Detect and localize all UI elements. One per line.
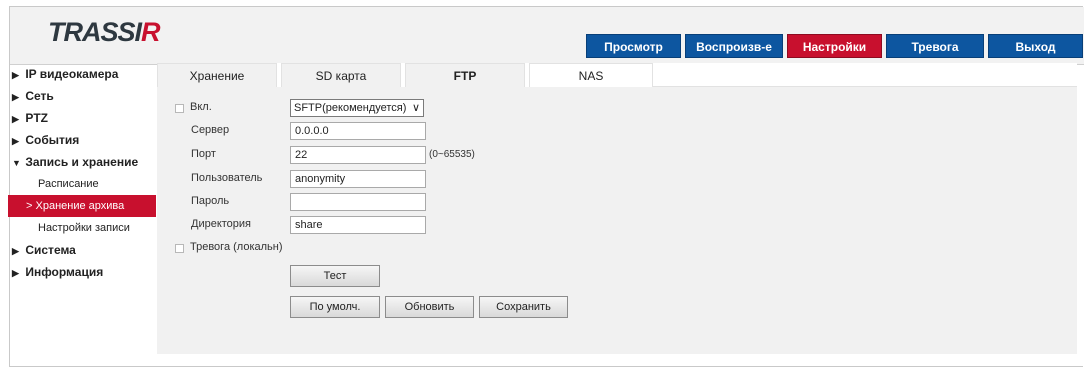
sidebar-item-label: Информация xyxy=(25,265,104,279)
nav-tab-settings[interactable]: Настройки xyxy=(787,34,882,58)
nav-tab-logout[interactable]: Выход xyxy=(988,34,1083,58)
sidebar-item-label: Система xyxy=(25,243,76,257)
sidebar-item-ip-camera[interactable]: ▶ IP видеокамера xyxy=(8,63,156,85)
sidebar-subitem-record-settings[interactable]: Настройки записи xyxy=(8,217,156,239)
server-input[interactable] xyxy=(290,122,426,140)
tab-ftp[interactable]: FTP xyxy=(405,63,525,87)
logo-accent: R xyxy=(141,17,160,47)
password-label: Пароль xyxy=(191,195,230,207)
expand-arrow-icon: ▶ xyxy=(12,92,19,102)
sidebar-item-system[interactable]: ▶ Система xyxy=(8,239,156,261)
nav-tab-view[interactable]: Просмотр xyxy=(586,34,681,58)
sidebar-item-recording-storage[interactable]: ▼ Запись и хранение xyxy=(8,151,156,173)
default-button[interactable]: По умолч. xyxy=(290,296,380,318)
protocol-select-value: SFTP(рекомендуется) xyxy=(294,102,407,114)
expand-arrow-icon: ▶ xyxy=(12,114,19,124)
test-button[interactable]: Тест xyxy=(290,265,380,287)
save-button[interactable]: Сохранить xyxy=(479,296,568,318)
nav-tab-alarm[interactable]: Тревога xyxy=(886,34,984,58)
header: TRASSIR Просмотр Воспроизв-е Настройки Т… xyxy=(10,7,1084,65)
sidebar-subitem-archive-storage[interactable]: > Хранение архива xyxy=(8,195,156,217)
port-label: Порт xyxy=(191,148,216,160)
protocol-select[interactable]: SFTP(рекомендуется) ∨ xyxy=(290,99,424,117)
nav-tab-playback[interactable]: Воспроизв-е xyxy=(685,34,783,58)
tab-storage[interactable]: Хранение xyxy=(157,63,277,87)
sidebar-item-label: Запись и хранение xyxy=(25,155,139,169)
collapse-arrow-icon: ▼ xyxy=(12,158,21,168)
local-alarm-checkbox[interactable] xyxy=(175,244,184,253)
expand-arrow-icon: ▶ xyxy=(12,136,19,146)
sidebar-item-label: PTZ xyxy=(25,111,49,125)
sidebar-item-network[interactable]: ▶ Сеть xyxy=(8,85,156,107)
directory-input[interactable] xyxy=(290,216,426,234)
tab-nas[interactable]: NAS xyxy=(529,63,653,87)
sidebar-item-label: IP видеокамера xyxy=(25,67,119,81)
sidebar-subitem-label: Хранение архива xyxy=(35,200,125,212)
sidebar-item-label: События xyxy=(25,133,80,147)
top-navigation: Просмотр Воспроизв-е Настройки Тревога В… xyxy=(586,34,1083,58)
password-input[interactable] xyxy=(290,193,426,211)
sidebar-item-events[interactable]: ▶ События xyxy=(8,129,156,151)
expand-arrow-icon: ▶ xyxy=(12,246,19,256)
sidebar-subitem-schedule[interactable]: Расписание xyxy=(8,173,156,195)
refresh-button[interactable]: Обновить xyxy=(385,296,474,318)
sidebar-item-ptz[interactable]: ▶ PTZ xyxy=(8,107,156,129)
tab-strip-divider xyxy=(653,63,1077,87)
directory-label: Директория xyxy=(191,218,252,230)
tab-sd-card[interactable]: SD карта xyxy=(281,63,401,87)
settings-panel: Хранение SD карта FTP NAS Вкл. SFTP(реко… xyxy=(157,63,1077,354)
trassir-logo: TRASSIR xyxy=(48,17,160,48)
server-label: Сервер xyxy=(191,124,230,136)
enable-checkbox[interactable] xyxy=(175,104,184,113)
user-label: Пользователь xyxy=(191,172,263,184)
sidebar-item-label: Сеть xyxy=(25,89,54,103)
sidebar: ▶ IP видеокамера ▶ Сеть ▶ PTZ ▶ События … xyxy=(8,63,156,283)
local-alarm-label: Тревога (локальн) xyxy=(190,241,283,253)
enable-label: Вкл. xyxy=(190,101,212,113)
chevron-down-icon: ∨ xyxy=(411,102,420,114)
logo-text: TRASSI xyxy=(48,17,142,47)
storage-tabs: Хранение SD карта FTP NAS xyxy=(157,63,1077,87)
port-range-hint: (0~65535) xyxy=(429,149,475,160)
active-chevron-icon: > xyxy=(26,200,33,212)
expand-arrow-icon: ▶ xyxy=(12,70,19,80)
user-input[interactable] xyxy=(290,170,426,188)
port-input[interactable] xyxy=(290,146,426,164)
expand-arrow-icon: ▶ xyxy=(12,268,19,278)
sidebar-item-info[interactable]: ▶ Информация xyxy=(8,261,156,283)
